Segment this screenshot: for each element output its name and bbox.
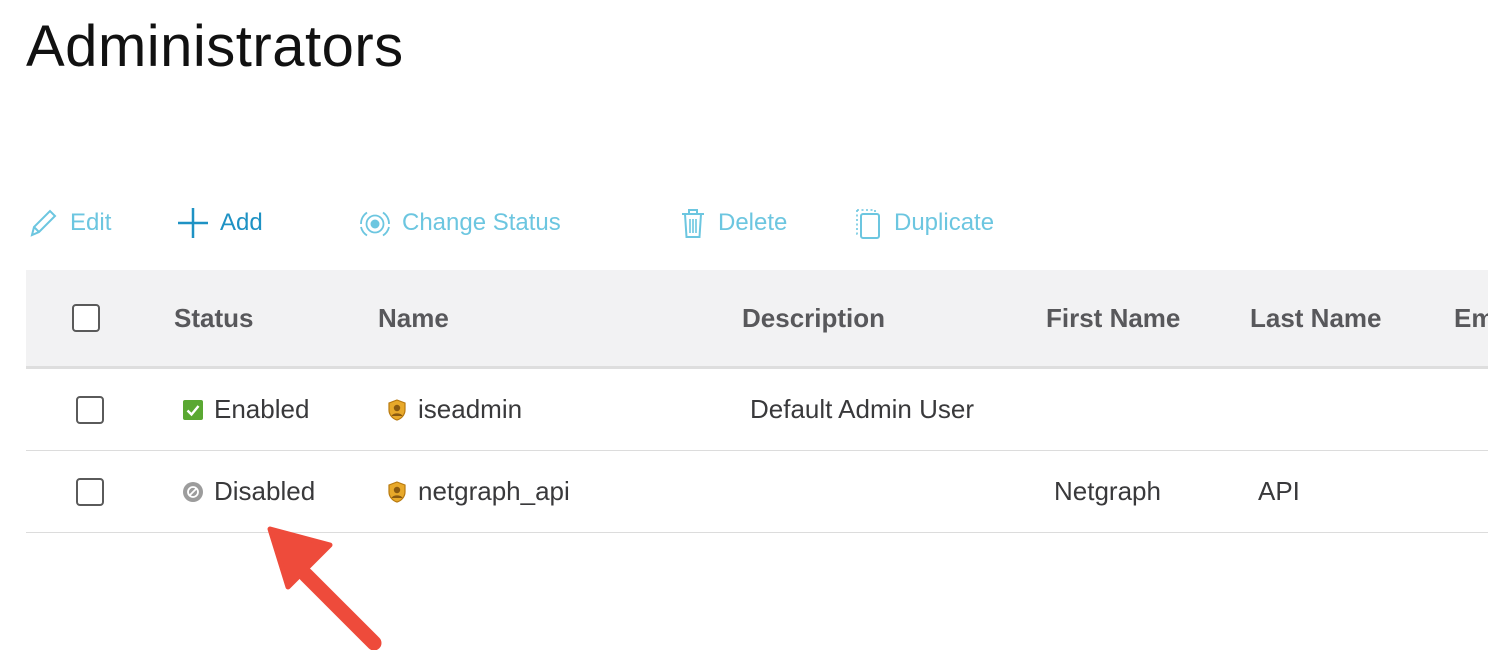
disabled-icon	[182, 481, 204, 503]
change-status-icon	[358, 206, 392, 240]
change-status-label: Change Status	[402, 209, 561, 236]
status-text: Enabled	[214, 394, 310, 424]
status-cell: Enabled	[182, 369, 309, 450]
table-row[interactable]: Disabled netgraph_api Netgraph API	[26, 451, 1488, 533]
column-header-first-name[interactable]: First Name	[1046, 270, 1180, 366]
edit-label: Edit	[70, 209, 112, 236]
first-name-cell: Netgraph	[1054, 476, 1161, 506]
add-label: Add	[220, 209, 263, 236]
row-checkbox[interactable]	[76, 395, 104, 424]
row-select-cell	[76, 369, 104, 450]
table-header: Status Name Description First Name Last …	[26, 270, 1488, 369]
duplicate-label: Duplicate	[894, 209, 995, 236]
annotation-arrow-icon	[262, 515, 402, 651]
admin-badge-icon	[386, 398, 408, 422]
last-name-cell: API	[1258, 476, 1300, 506]
pencil-icon	[26, 206, 60, 240]
select-all-checkbox[interactable]	[72, 304, 100, 332]
plus-icon	[176, 206, 210, 240]
admin-name-link[interactable]: netgraph_api	[418, 476, 570, 507]
column-header-description[interactable]: Description	[742, 270, 885, 366]
toolbar: Edit Add Change Status Delete Duplicate	[26, 198, 1126, 248]
table-row[interactable]: Enabled iseadmin Default Admin User	[26, 369, 1488, 451]
admin-name-link[interactable]: iseadmin	[418, 394, 522, 425]
column-header-last-name[interactable]: Last Name	[1250, 270, 1382, 366]
page-title: Administrators	[26, 14, 404, 79]
delete-button[interactable]: Delete	[678, 198, 787, 248]
add-button[interactable]: Add	[176, 198, 263, 248]
column-header-name[interactable]: Name	[378, 270, 449, 366]
admin-badge-icon	[386, 480, 408, 504]
trash-icon	[678, 206, 708, 240]
status-text: Disabled	[214, 476, 316, 506]
select-all-cell	[72, 270, 100, 366]
row-select-cell	[76, 451, 104, 532]
column-header-email[interactable]: Em	[1454, 270, 1488, 366]
edit-button[interactable]: Edit	[26, 198, 111, 248]
name-cell: iseadmin	[386, 369, 522, 450]
description-cell: Default Admin User	[750, 394, 974, 424]
change-status-button[interactable]: Change Status	[358, 198, 561, 248]
duplicate-button[interactable]: Duplicate	[854, 198, 994, 248]
row-checkbox[interactable]	[76, 477, 104, 506]
enabled-check-icon	[182, 399, 204, 421]
administrators-table: Status Name Description First Name Last …	[26, 270, 1488, 533]
column-header-status[interactable]: Status	[174, 270, 253, 366]
duplicate-icon	[854, 205, 884, 241]
delete-label: Delete	[718, 209, 788, 236]
name-cell: netgraph_api	[386, 451, 570, 532]
